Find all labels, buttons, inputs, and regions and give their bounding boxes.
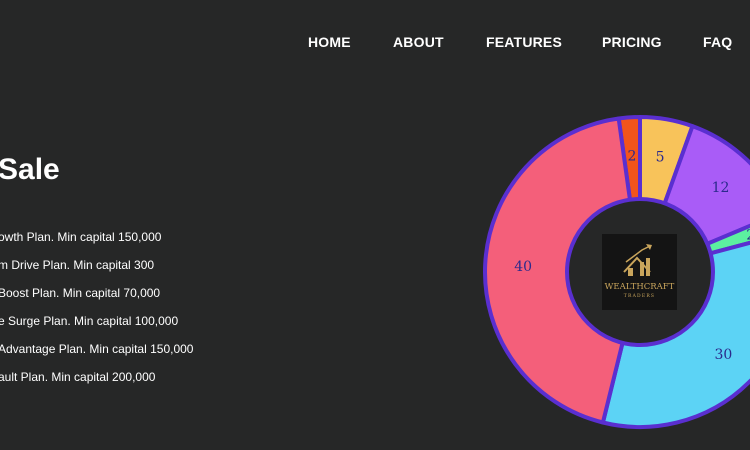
company-logo: WEALTHCRAFT TRADERS (602, 234, 677, 310)
slice-value-label: 40 (514, 259, 532, 275)
slice-value-label: 30 (715, 347, 733, 363)
slice-value-label: 2 (746, 227, 750, 243)
logo-tagline: TRADERS (624, 293, 655, 299)
slice-value-label: 12 (712, 180, 730, 196)
logo-name: WEALTHCRAFT (605, 282, 675, 292)
slice-value-label: 5 (656, 150, 665, 166)
donut-chart: 2 5 12 2 30 40 WEALTHCRAFT TRADERS (483, 115, 750, 429)
slice-value-label: 2 (627, 148, 636, 164)
